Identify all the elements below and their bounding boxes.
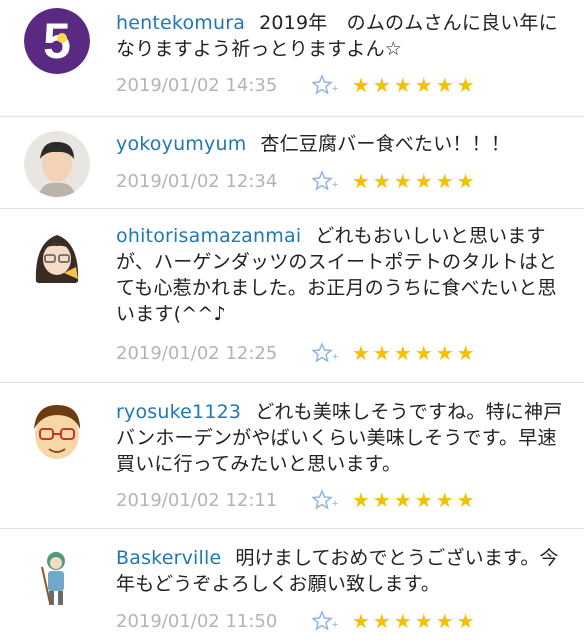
avatar[interactable]: [24, 131, 90, 197]
username-link[interactable]: ryosuke1123: [116, 401, 241, 423]
comment-body: yokoyumyum 杏仁豆腐バー食べたい！！！: [116, 131, 572, 157]
svg-text:+: +: [332, 179, 338, 191]
svg-text:+: +: [332, 619, 338, 631]
comment-meta: 2019/01/02 12:25 + ★★★★★★: [116, 340, 478, 366]
username-link[interactable]: yokoyumyum: [116, 133, 246, 155]
user-avatar-icon: [24, 131, 90, 197]
comment-body: hentekomura 2019年 のムのムさんに良い年になりますよう祈っとります…: [116, 10, 572, 62]
svg-text:+: +: [332, 83, 338, 95]
timestamp: 2019/01/02 14:35: [116, 74, 278, 96]
username-link[interactable]: hentekomura: [116, 12, 245, 34]
user-avatar-icon: 5: [24, 8, 90, 74]
comment-meta: 2019/01/02 12:34 + ★★★★★★: [116, 168, 478, 194]
username-link[interactable]: Baskerville: [116, 547, 221, 569]
add-star-icon[interactable]: +: [312, 170, 342, 192]
comment-item: ohitorisamazanmai どれもおいしいと思いますが、ハーゲンダッツのス…: [0, 209, 584, 383]
star-rating[interactable]: ★★★★★★: [352, 169, 478, 193]
comment-item: 5 hentekomura 2019年 のムのムさんに良い年になりますよう祈っとり…: [0, 0, 584, 117]
star-rating[interactable]: ★★★★★★: [352, 609, 478, 633]
star-rating[interactable]: ★★★★★★: [352, 341, 478, 365]
star-rating[interactable]: ★★★★★★: [352, 73, 478, 97]
star-rating[interactable]: ★★★★★★: [352, 488, 478, 512]
svg-text:+: +: [332, 351, 338, 363]
comment-body: ryosuke1123 どれも美味しそうですね。特に神戸バンホーデンがやばいくらい…: [116, 399, 572, 477]
comment-meta: 2019/01/02 11:50 + ★★★★★★: [116, 608, 478, 634]
avatar[interactable]: [24, 399, 90, 465]
comment-list: 5 hentekomura 2019年 のムのムさんに良い年になりますよう祈っとり…: [0, 0, 584, 640]
avatar[interactable]: [24, 223, 90, 289]
svg-text:5: 5: [43, 13, 71, 69]
add-star-icon[interactable]: +: [312, 342, 342, 364]
comment-text: 杏仁豆腐バー食べたい！！！: [260, 133, 511, 155]
comment-item: ryosuke1123 どれも美味しそうですね。特に神戸バンホーデンがやばいくらい…: [0, 383, 584, 529]
comment-body: ohitorisamazanmai どれもおいしいと思いますが、ハーゲンダッツのス…: [116, 223, 572, 327]
comment-meta: 2019/01/02 14:35 + ★★★★★★: [116, 72, 478, 98]
user-avatar-icon: [24, 223, 90, 289]
timestamp: 2019/01/02 12:25: [116, 342, 278, 364]
comment-item: yokoyumyum 杏仁豆腐バー食べたい！！！ 2019/01/02 12:34…: [0, 117, 584, 209]
add-star-icon[interactable]: +: [312, 74, 342, 96]
timestamp: 2019/01/02 12:11: [116, 489, 278, 511]
user-avatar-icon: [28, 547, 84, 613]
svg-text:+: +: [332, 498, 338, 510]
timestamp: 2019/01/02 11:50: [116, 610, 278, 632]
user-avatar-icon: [24, 399, 90, 465]
avatar[interactable]: [28, 547, 84, 613]
add-star-icon[interactable]: +: [312, 489, 342, 511]
comment-item: Baskerville 明けましておめでとうございます。今年もどうぞよろしくお願い…: [0, 529, 584, 640]
comment-body: Baskerville 明けましておめでとうございます。今年もどうぞよろしくお願い…: [116, 545, 572, 597]
comment-meta: 2019/01/02 12:11 + ★★★★★★: [116, 487, 478, 513]
username-link[interactable]: ohitorisamazanmai: [116, 225, 301, 247]
avatar[interactable]: 5: [24, 8, 90, 74]
add-star-icon[interactable]: +: [312, 610, 342, 632]
timestamp: 2019/01/02 12:34: [116, 170, 278, 192]
